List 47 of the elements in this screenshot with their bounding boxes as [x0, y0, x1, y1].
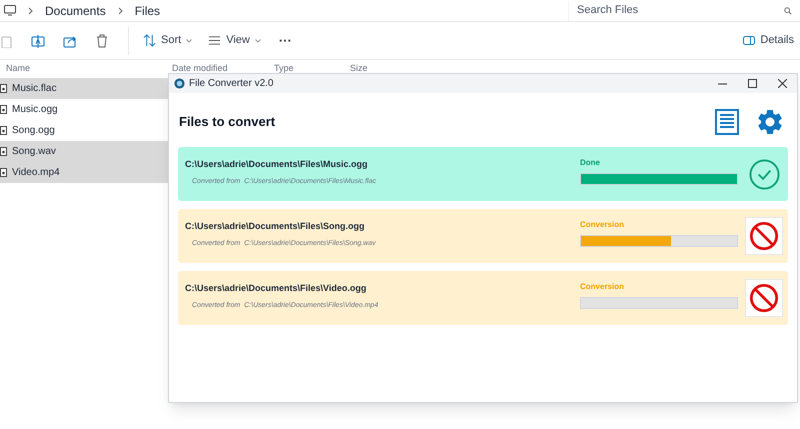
output-path: C:\Users\adrie\Documents\Files\Video.ogg	[185, 282, 368, 295]
caret-icon	[254, 38, 261, 42]
file-row[interactable]: Music.flac	[0, 78, 170, 99]
maximize-icon[interactable]	[748, 79, 756, 88]
status-label: Conversion	[580, 219, 626, 231]
file-row[interactable]: Video.mp4	[0, 162, 170, 183]
sort-icon	[143, 34, 156, 47]
column-header[interactable]: Size	[350, 60, 410, 76]
column-header[interactable]: Date modified	[172, 60, 274, 76]
chevron-icon	[28, 6, 33, 14]
app-icon	[174, 78, 185, 89]
menu-button[interactable]: View	[200, 26, 269, 54]
column-header[interactable]: Name	[0, 60, 172, 76]
breadcrumb-link[interactable]: Files	[134, 2, 160, 20]
chevron-icon	[118, 6, 123, 14]
search-field[interactable]: Search Files	[577, 2, 727, 19]
window-title: File Converter v2.0	[189, 77, 274, 91]
search-icon	[784, 6, 792, 14]
rename-icon[interactable]	[31, 34, 45, 48]
audio-file-icon	[0, 84, 7, 93]
cancel-button[interactable]	[745, 279, 783, 317]
breadcrumb-link[interactable]: Documents	[45, 2, 106, 20]
file-row[interactable]: Song.wav	[0, 141, 170, 162]
audio-file-icon	[0, 147, 7, 156]
output-path: C:\Users\adrie\Documents\Files\Song.ogg	[185, 220, 366, 233]
list-view-icon	[208, 34, 222, 47]
audio-file-icon	[0, 105, 7, 114]
minimize-icon[interactable]	[718, 82, 726, 84]
check-circle-icon	[748, 158, 780, 190]
trash-icon[interactable]	[95, 34, 109, 48]
menu-button[interactable]: Sort	[128, 26, 200, 54]
computer-icon[interactable]	[4, 5, 16, 16]
heading: Files to convert	[179, 113, 276, 132]
column-header[interactable]: Type	[274, 60, 350, 76]
list-icon[interactable]	[715, 109, 739, 135]
more-button[interactable]: ···	[268, 26, 302, 54]
output-path: C:\Users\adrie\Documents\Files\Music.ogg	[185, 158, 369, 171]
status-label: Conversion	[580, 281, 626, 293]
caret-icon	[186, 38, 192, 42]
close-icon[interactable]	[778, 79, 786, 88]
cancel-button[interactable]	[745, 217, 783, 255]
audio-file-icon	[0, 168, 7, 177]
status-label: Done	[580, 157, 601, 169]
details-button[interactable]: Details	[743, 26, 800, 54]
share-icon[interactable]	[63, 34, 77, 48]
audio-file-icon	[0, 126, 7, 135]
panel-icon	[743, 36, 756, 45]
